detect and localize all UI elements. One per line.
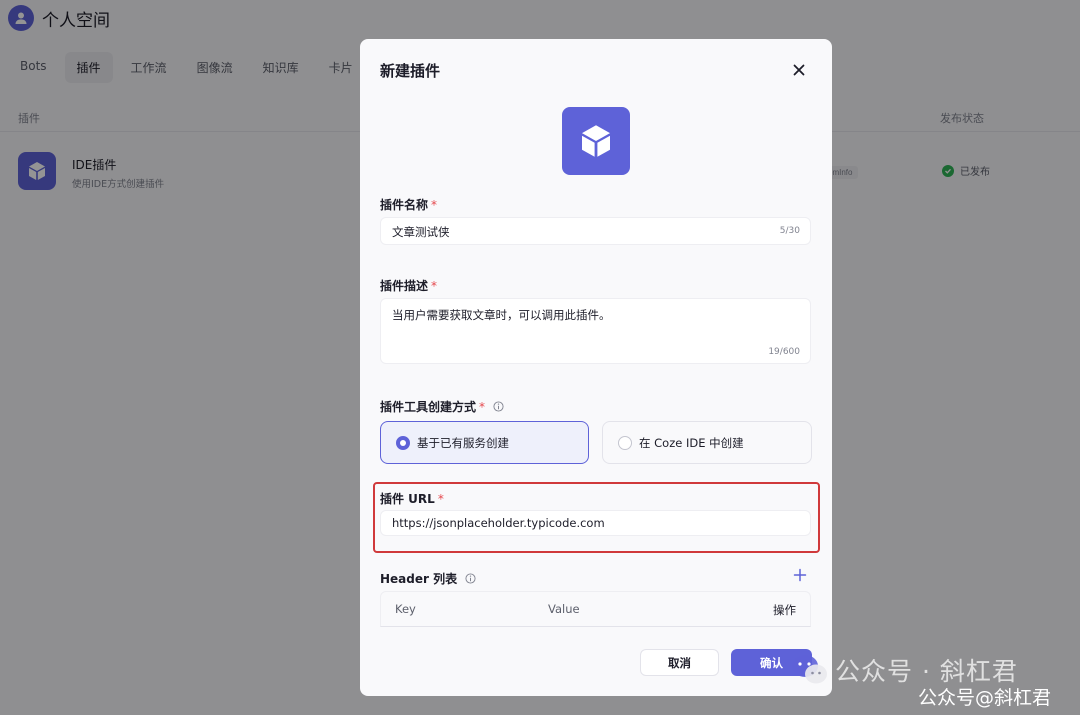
create-mode-label: 插件工具创建方式 * [380, 398, 504, 415]
column-action: 操作 [773, 603, 796, 617]
header-table: Key Value 操作 [380, 591, 811, 627]
plugin-description-textarea[interactable]: 当用户需要获取文章时，可以调用此插件。 19/600 [380, 298, 811, 364]
radio-selected[interactable] [396, 435, 410, 450]
name-char-counter: 5/30 [779, 226, 800, 236]
plugin-name-input[interactable]: 文章测试侠 5/30 [380, 217, 811, 245]
header-list-label: Header 列表 [380, 570, 476, 587]
required-mark: * [431, 198, 438, 212]
create-mode-label-text: 插件工具创建方式 [380, 400, 477, 414]
header-list-label-text: Header 列表 [380, 572, 458, 586]
info-icon[interactable] [465, 573, 476, 584]
url-highlight-annotation [373, 482, 820, 553]
description-label-text: 插件描述 [380, 279, 429, 293]
watermark-line2: 公众号@斜杠君 [918, 687, 1052, 709]
plugin-avatar-upload[interactable] [562, 107, 630, 175]
cube-icon [582, 125, 610, 157]
cancel-button[interactable]: 取消 [640, 649, 719, 676]
create-plugin-dialog: 新建插件 插件名称 * 文章测试侠 5/30 插件描述 * 当用户需要获取文章时，可… [360, 39, 832, 696]
close-icon [793, 64, 805, 76]
column-value: Value [548, 602, 580, 616]
column-key: Key [395, 602, 416, 616]
info-icon[interactable] [493, 401, 504, 412]
option-existing-service[interactable]: 基于已有服务创建 [380, 421, 589, 464]
name-label: 插件名称 * [380, 196, 437, 213]
option-coze-ide-label: 在 Coze IDE 中创建 [639, 435, 744, 450]
option-existing-service-label: 基于已有服务创建 [417, 435, 509, 450]
radio-unselected[interactable] [618, 435, 632, 450]
required-mark: * [479, 400, 486, 414]
plugin-description-value: 当用户需要获取文章时，可以调用此插件。 [392, 308, 611, 322]
required-mark: * [431, 279, 438, 293]
add-header-plus-icon[interactable] [792, 567, 808, 583]
name-label-text: 插件名称 [380, 198, 429, 212]
description-char-counter: 19/600 [768, 347, 800, 357]
close-button[interactable] [789, 60, 809, 80]
dialog-title: 新建插件 [380, 62, 441, 80]
plugin-name-value: 文章测试侠 [392, 225, 450, 239]
wechat-logo-icon [792, 655, 827, 684]
option-coze-ide[interactable]: 在 Coze IDE 中创建 [602, 421, 812, 464]
description-label: 插件描述 * [380, 277, 437, 294]
